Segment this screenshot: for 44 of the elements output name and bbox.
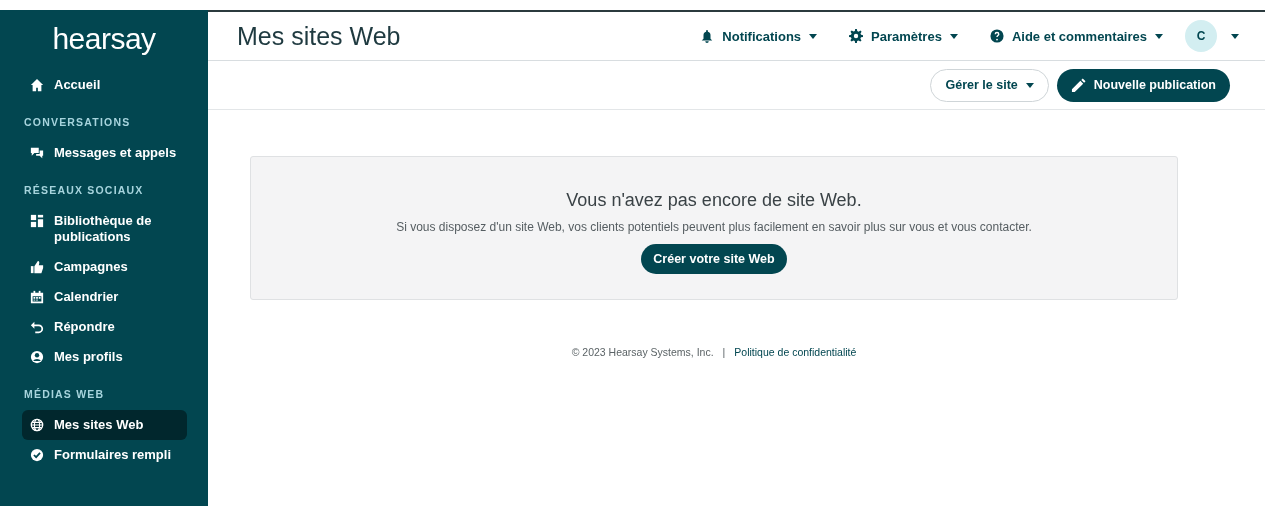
empty-state-title: Vous n'avez pas encore de site Web. [566,190,862,211]
help-icon [989,29,1004,43]
caret-icon [1155,33,1163,39]
thumbs-up-icon [30,260,44,274]
globe-icon [30,418,44,432]
section-heading: CONVERSATIONS [23,115,132,130]
sidebar-item[interactable]: Accueil [22,70,187,100]
logo: hearsay [52,22,156,56]
header-menu[interactable]: Aide et commentaires [989,28,1163,44]
caret-icon [1231,33,1239,39]
caret-icon [949,33,958,39]
header-menu[interactable]: Notifications [700,28,818,44]
grid-icon [30,214,44,228]
privacy-link[interactable]: Politique de confidentialité [734,346,857,358]
check-circle-icon [30,448,44,462]
calendar-icon [30,290,44,304]
gear-icon [849,29,864,43]
sidebar-item[interactable]: Mes sites Web [22,410,187,440]
manage-site-button[interactable]: Gérer le site [930,68,1049,102]
user-circle-icon [30,350,44,364]
header-menu[interactable]: Paramètres [849,28,958,44]
chat-bubbles-icon [30,146,44,160]
reply-arrow-icon [30,320,44,334]
create-site-button[interactable]: Créer votre site Web [641,244,787,274]
section-heading: RÉSEAUX SOCIAUX [23,183,145,198]
account-menu[interactable]: C [1185,20,1239,52]
caret-icon [1025,82,1034,88]
pencil-icon [1070,77,1086,93]
section-heading: MÉDIAS WEB [23,387,106,402]
new-post-button[interactable]: Nouvelle publication [1056,68,1230,102]
sidebar-item[interactable]: Calendrier [22,282,187,312]
sidebar-item[interactable]: Bibliothèque de publications [22,206,187,252]
sidebar-item[interactable]: Mes profils [22,342,187,372]
sidebar-item[interactable]: Formulaires rempli [22,440,187,470]
empty-state-text: Si vous disposez d'un site Web, vos clients potentiels peuvent plus facilement en savoir plus sur vous et vous contacter. [396,220,1032,234]
sidebar-item[interactable]: Campagnes [22,252,187,282]
avatar: C [1185,20,1217,52]
sidebar-item[interactable]: Messages et appels [22,138,187,168]
separator: | [722,346,726,358]
home-icon [30,78,44,92]
sidebar-item[interactable]: Répondre [22,312,187,342]
caret-icon [809,33,818,39]
page-title: Mes sites Web [237,21,402,51]
copyright-text: © 2023 Hearsay Systems, Inc. [571,346,714,358]
